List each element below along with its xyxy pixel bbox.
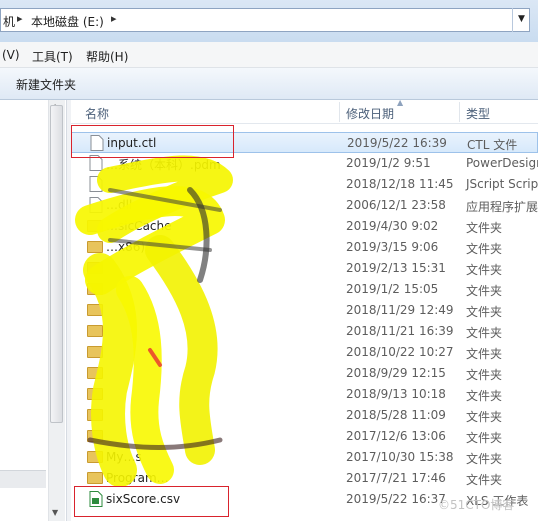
column-header-date[interactable]: 修改日期 <box>346 105 394 122</box>
file-date: 2019/5/22 16:39 <box>347 136 447 150</box>
file-date: 2019/3/15 9:06 <box>346 240 439 254</box>
file-type: 文件夹 <box>466 389 503 403</box>
file-type: 文件夹 <box>466 368 503 382</box>
file-type: PowerDesign <box>466 156 538 170</box>
watermark: ©51CTO博客 <box>438 498 515 512</box>
nav-horizontal-scrollbar[interactable] <box>0 470 46 488</box>
column-divider[interactable] <box>339 102 340 122</box>
menu-bar: (V) 工具(T) 帮助(H) <box>0 42 538 68</box>
breadcrumb-drive-e[interactable]: 本地磁盘 (E:) <box>31 13 104 30</box>
file-type: 文件夹 <box>466 326 503 340</box>
file-date: 2018/12/18 11:45 <box>346 177 454 191</box>
file-type: JScript Script <box>466 177 538 191</box>
file-date: 2019/1/2 9:51 <box>346 156 431 170</box>
file-type: 文件夹 <box>466 431 503 445</box>
file-type: 文件夹 <box>466 263 503 277</box>
file-type: 文件夹 <box>466 347 503 361</box>
menu-help[interactable]: 帮助(H) <box>86 48 128 65</box>
column-divider[interactable] <box>459 102 460 122</box>
column-header-row: 名称 ▲ 修改日期 类型 <box>71 98 538 124</box>
file-date: 2006/12/1 23:58 <box>346 198 446 212</box>
menu-view[interactable]: (V) <box>2 48 20 62</box>
file-date: 2019/2/13 15:31 <box>346 261 446 275</box>
highlight-box-sixscore-csv <box>74 486 229 517</box>
file-date: 2017/10/30 15:38 <box>346 450 454 464</box>
file-date: 2018/11/21 16:39 <box>346 324 454 338</box>
file-type: 文件夹 <box>466 284 503 298</box>
file-date: 2018/11/29 12:49 <box>346 303 454 317</box>
chevron-down-icon[interactable]: ▼ <box>512 8 530 32</box>
sort-ascending-icon: ▲ <box>397 98 404 107</box>
file-type: 文件夹 <box>466 221 503 235</box>
file-date: 2018/10/22 10:27 <box>346 345 454 359</box>
file-type: 文件夹 <box>466 452 503 466</box>
file-date: 2019/1/2 15:05 <box>346 282 439 296</box>
file-date: 2017/12/6 13:06 <box>346 429 446 443</box>
file-type: 文件夹 <box>466 473 503 487</box>
file-date: 2018/9/29 12:15 <box>346 366 446 380</box>
new-folder-button[interactable]: 新建文件夹 <box>16 76 76 93</box>
address-bar[interactable]: 机 ▸ 本地磁盘 (E:) ▸ <box>0 8 530 32</box>
file-date: 2017/7/21 17:46 <box>346 471 446 485</box>
file-type: CTL 文件 <box>467 138 518 152</box>
file-date: 2018/5/28 11:09 <box>346 408 446 422</box>
command-bar: 新建文件夹 <box>0 68 538 100</box>
breadcrumb-separator-icon[interactable]: ▸ <box>111 12 117 25</box>
breadcrumb-computer[interactable]: 机 <box>3 13 15 30</box>
redaction-scribble <box>75 155 233 487</box>
file-type: 应用程序扩展 <box>466 200 538 214</box>
column-header-type[interactable]: 类型 <box>466 105 490 122</box>
breadcrumb-separator-icon[interactable]: ▸ <box>17 12 23 25</box>
address-bar-row: 机 ▸ 本地磁盘 (E:) ▸ ▼ <box>0 0 538 42</box>
file-type: 文件夹 <box>466 242 503 256</box>
file-type: 文件夹 <box>466 410 503 424</box>
file-date: 2019/5/22 16:37 <box>346 492 446 506</box>
scroll-down-icon[interactable]: ▼ <box>52 508 58 517</box>
highlight-box-input-ctl <box>71 125 234 158</box>
file-date: 2018/9/13 10:18 <box>346 387 446 401</box>
file-type: 文件夹 <box>466 305 503 319</box>
menu-tools[interactable]: 工具(T) <box>32 48 73 65</box>
file-date: 2019/4/30 9:02 <box>346 219 439 233</box>
column-header-name[interactable]: 名称 <box>85 105 109 122</box>
